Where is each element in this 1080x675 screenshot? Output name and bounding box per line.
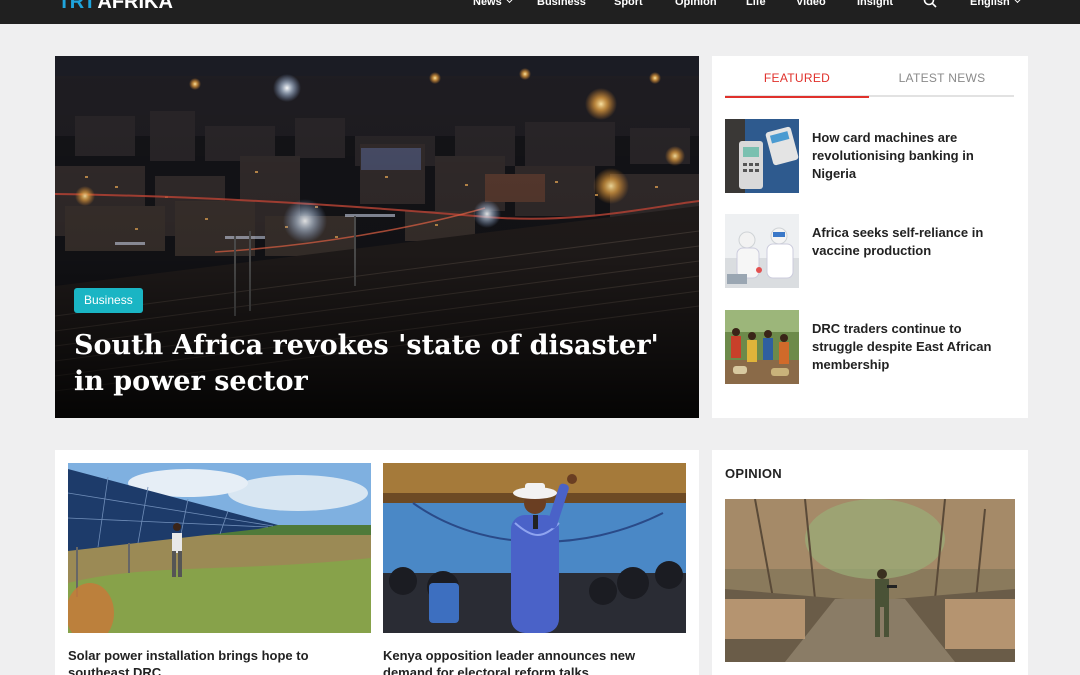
nav-insight[interactable]: Insight bbox=[857, 0, 893, 8]
search-icon[interactable] bbox=[923, 0, 937, 8]
featured-panel: FEATURED LATEST NEWS How card machines a… bbox=[712, 56, 1028, 418]
kenya-leader-image bbox=[383, 463, 686, 633]
nav-news[interactable]: News bbox=[473, 0, 513, 8]
tab-bar: FEATURED LATEST NEWS bbox=[725, 69, 1014, 98]
tab-latest-news[interactable]: LATEST NEWS bbox=[870, 71, 1014, 98]
logo-afrika: AFRIKA bbox=[97, 0, 173, 13]
hero-headline[interactable]: South Africa revokes 'state of disaster'… bbox=[74, 328, 684, 400]
featured-item[interactable]: Africa seeks self-reliance in vaccine pr… bbox=[725, 214, 1014, 288]
trt-afrika-logo[interactable]: TRT AFRIKA bbox=[58, 0, 173, 14]
nav-business[interactable]: Business bbox=[537, 0, 586, 8]
nav-video[interactable]: Video bbox=[796, 0, 826, 8]
language-selector[interactable]: English bbox=[970, 0, 1021, 8]
story-title: Solar power installation brings hope to … bbox=[68, 648, 309, 675]
opinion-image-soldier-path[interactable] bbox=[725, 499, 1015, 662]
featured-title: DRC traders continue to struggle despite… bbox=[812, 321, 992, 372]
top-navigation-bar: TRT AFRIKA News Business Sport Opinion L… bbox=[0, 0, 1080, 24]
featured-title: How card machines are revolutionising ba… bbox=[812, 130, 974, 181]
nav-opinion[interactable]: Opinion bbox=[675, 0, 717, 8]
story-title: Kenya opposition leader announces new de… bbox=[383, 648, 636, 675]
opinion-header: OPINION bbox=[725, 466, 782, 481]
chevron-down-icon bbox=[1013, 0, 1021, 4]
featured-item[interactable]: How card machines are revolutionising ba… bbox=[725, 119, 1014, 193]
logo-trt: TRT bbox=[58, 0, 96, 13]
story-card-solar[interactable]: Solar power installation brings hope to … bbox=[68, 463, 371, 675]
chevron-down-icon bbox=[505, 0, 513, 4]
story-card-kenya[interactable]: Kenya opposition leader announces new de… bbox=[383, 463, 686, 675]
tab-featured[interactable]: FEATURED bbox=[725, 71, 869, 98]
vaccine-lab-thumbnail bbox=[725, 214, 799, 288]
nav-sport[interactable]: Sport bbox=[614, 0, 643, 8]
drc-traders-thumbnail bbox=[725, 310, 799, 384]
solar-panels-image bbox=[68, 463, 371, 633]
card-machine-thumbnail bbox=[725, 119, 799, 193]
featured-title: Africa seeks self-reliance in vaccine pr… bbox=[812, 225, 984, 258]
featured-item[interactable]: DRC traders continue to struggle despite… bbox=[725, 310, 1014, 384]
nav-life[interactable]: Life bbox=[746, 0, 766, 8]
category-tag[interactable]: Business bbox=[74, 288, 143, 313]
opinion-section: OPINION bbox=[712, 450, 1028, 675]
hero-story[interactable]: Business South Africa revokes 'state of … bbox=[55, 56, 699, 418]
story-grid: Solar power installation brings hope to … bbox=[55, 450, 699, 675]
